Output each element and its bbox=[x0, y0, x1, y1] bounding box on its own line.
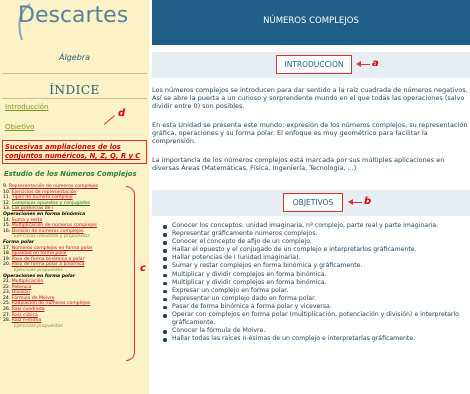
link-number-sets[interactable]: Sucesivas ampliaciones de los conjuntos … bbox=[5, 143, 147, 161]
objective-item: Hallar el opuesto y el conjugado de un c… bbox=[163, 246, 468, 254]
topic-link[interactable]: Números complejos en forma polar bbox=[12, 246, 93, 251]
topic-link[interactable]: Paso de forma binómica a polar bbox=[12, 257, 85, 262]
topic-number: 10. bbox=[3, 189, 11, 195]
objective-item: Conocer los conceptos: unidad imaginaria… bbox=[163, 222, 468, 230]
annotation-label-c: c bbox=[140, 263, 146, 274]
annotation-arrow-a bbox=[360, 64, 370, 65]
topic-link[interactable]: División de números complejos bbox=[12, 229, 84, 234]
topic-link[interactable]: Raíz n-ésima bbox=[12, 318, 41, 323]
objectives-list: Conocer los conceptos: unidad imaginaria… bbox=[163, 222, 468, 343]
topic-link[interactable]: Ejercicios de representación bbox=[12, 190, 77, 195]
topic-link[interactable]: Tipos de número complejo bbox=[12, 195, 73, 200]
link-objective[interactable]: Objetivo bbox=[5, 123, 34, 131]
divider bbox=[2, 98, 147, 99]
topic-number: 18. bbox=[3, 251, 11, 257]
objective-item: Expresar un complejo en forma polar. bbox=[163, 287, 468, 295]
topic-link[interactable]: Representación de números complejos bbox=[9, 184, 98, 189]
topic-number: 19. bbox=[3, 256, 11, 262]
index-title: ÍNDICE bbox=[49, 83, 100, 97]
topic-number: 11. bbox=[3, 195, 11, 201]
objective-item: Hallar todas las raíces n-ésimas de un c… bbox=[163, 335, 468, 343]
objective-item: Representar un complejo dado en forma po… bbox=[163, 295, 468, 303]
objective-item: Representar gráficamente números complej… bbox=[163, 230, 468, 238]
link-introduction[interactable]: Introducción bbox=[5, 103, 49, 111]
topic-link[interactable]: Paso de forma polar a binómica bbox=[12, 262, 85, 267]
objectives-heading: OBJETIVOS bbox=[283, 193, 343, 212]
topic-number: 16. bbox=[3, 228, 11, 234]
topic-number: 22. bbox=[3, 284, 11, 290]
annotation-bracket-c bbox=[126, 186, 135, 361]
intro-paragraph-3: La importancia de los números complejos … bbox=[152, 156, 445, 172]
topic-number: 15. bbox=[3, 223, 11, 229]
objective-item: Operar con complejos en forma polar (mul… bbox=[163, 311, 468, 327]
objective-item: Multiplicar y dividir complejos en forma… bbox=[163, 271, 468, 279]
divider bbox=[2, 73, 147, 74]
page-title: NÚMEROS COMPLEJOS bbox=[263, 16, 359, 26]
topic-number: 9. bbox=[3, 184, 8, 189]
topic-link[interactable]: Las potencias de i bbox=[12, 206, 53, 211]
topic-link[interactable]: Raíz cuadrada bbox=[12, 307, 45, 312]
topic-link[interactable]: Potencia bbox=[12, 285, 32, 290]
intro-paragraph-1: Los números complejos se introducen para… bbox=[152, 86, 468, 110]
topic-number: 17. bbox=[3, 245, 11, 251]
topic-link[interactable]: Igualdad en forma polar bbox=[12, 251, 67, 256]
topic-link[interactable]: Radicación de números complejos bbox=[12, 301, 91, 306]
topic-link[interactable]: Raíz cúbica bbox=[12, 313, 38, 318]
topic-number: 20. bbox=[3, 262, 11, 268]
objective-item: Pasar de forma binómica a forma polar y … bbox=[163, 303, 468, 311]
intro-heading: INTRODUCCIÓN bbox=[276, 55, 352, 74]
topic-number: 28. bbox=[3, 318, 11, 324]
topic-number: 23. bbox=[3, 290, 11, 296]
sidebar: Descartes Álgebra ÍNDICE Introducción Ob… bbox=[0, 0, 149, 394]
logo: Descartes bbox=[18, 3, 129, 28]
objective-item: Sumar y restar complejos en forma binómi… bbox=[163, 262, 468, 270]
intro-paragraph-2: En esta Unidad se presenta este mundo: e… bbox=[152, 121, 468, 145]
topic-link[interactable]: Suma y resta bbox=[12, 218, 42, 223]
topic-number: 14. bbox=[3, 217, 11, 223]
subject-subtitle: Álgebra bbox=[59, 53, 90, 62]
topic-number: 25. bbox=[3, 301, 11, 307]
topic-number: 26. bbox=[3, 307, 11, 313]
topic-number: 21. bbox=[3, 279, 11, 285]
annotation-arrow-b bbox=[352, 202, 362, 203]
page-header: NÚMEROS COMPLEJOS bbox=[152, 0, 470, 45]
annotation-label-b: b bbox=[364, 196, 372, 207]
section-title: Estudio de los Números Complejos bbox=[4, 170, 137, 178]
topic-link[interactable]: Multiplicación bbox=[12, 279, 44, 284]
annotation-label-d: d bbox=[118, 108, 126, 119]
annotation-label-a: a bbox=[372, 58, 379, 69]
topic-link[interactable]: Multiplicación de números complejos bbox=[12, 223, 97, 228]
topic-link[interactable]: División bbox=[12, 290, 30, 295]
topic-number: 27. bbox=[3, 312, 11, 318]
objective-item: Multiplicar y dividir complejos en forma… bbox=[163, 279, 468, 287]
topic-number: 13. bbox=[3, 206, 11, 212]
